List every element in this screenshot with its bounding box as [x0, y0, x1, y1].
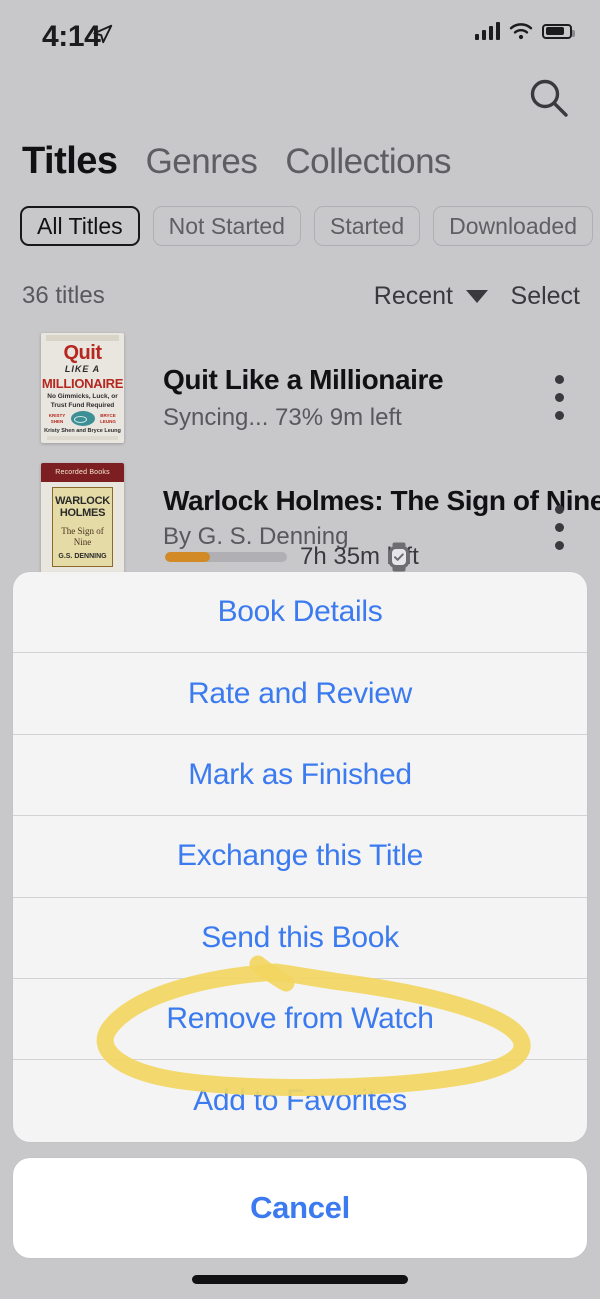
cover-badge-right: BRYCE LEUNG: [100, 412, 116, 424]
progress-bar: [165, 552, 287, 562]
cover-badge-band: KRISTY SHEN BRYCE LEUNG: [45, 411, 120, 426]
chevron-down-icon: [466, 290, 488, 303]
cover-title-line2: LIKE A: [64, 364, 101, 374]
status-bar: 4:14: [0, 0, 600, 66]
book-title: Warlock Holmes: The Sign of Nine: [163, 485, 600, 516]
action-sheet-item-rate-and-review[interactable]: Rate and Review: [13, 653, 587, 735]
home-indicator: [192, 1275, 408, 1284]
action-sheet-item-book-details[interactable]: Book Details: [13, 572, 587, 654]
filter-chip-started[interactable]: Started: [313, 206, 421, 246]
nav-tabs: Titles Genres Collections: [22, 140, 452, 183]
action-sheet-item-mark-as-finished[interactable]: Mark as Finished: [13, 735, 587, 817]
book-title: Quit Like a Millionaire: [163, 364, 444, 395]
globe-icon: [70, 411, 95, 426]
book-cover-warlock-holmes[interactable]: Recorded Books WARLOCK HOLMES The Sign o…: [41, 463, 124, 573]
action-sheet: Book Details Rate and Review Mark as Fin…: [13, 572, 587, 1142]
cover-title-line3: MILLIONAIRE: [41, 376, 124, 391]
filter-chip-not-started[interactable]: Not Started: [152, 206, 301, 246]
wifi-icon: [509, 23, 533, 40]
action-sheet-item-remove-from-watch[interactable]: Remove from Watch: [13, 979, 587, 1061]
cover-authors: Kristy Shen and Bryce Leung: [44, 428, 121, 434]
book-cover-quit-like-a-millionaire[interactable]: Quit LIKE A MILLIONAIRE No Gimmicks, Luc…: [41, 333, 124, 443]
filter-chip-bar[interactable]: All Titles Not Started Started Downloade…: [20, 206, 600, 246]
list-item[interactable]: Quit LIKE A MILLIONAIRE No Gimmicks, Luc…: [0, 333, 600, 455]
cover-publisher: Recorded Books: [55, 469, 110, 476]
tab-titles[interactable]: Titles: [22, 140, 118, 183]
action-sheet-item-send-this-book[interactable]: Send this Book: [13, 898, 587, 979]
action-sheet-item-exchange-this-title[interactable]: Exchange this Title: [13, 816, 587, 898]
cover-title-line1: WARLOCK HOLMES: [55, 495, 110, 519]
filter-chip-all-titles[interactable]: All Titles: [20, 206, 140, 246]
search-icon[interactable]: [525, 74, 573, 122]
filter-chip-downloaded[interactable]: Downloaded: [433, 206, 594, 246]
sort-label: Recent: [373, 282, 453, 310]
cellular-signal-icon: [474, 22, 500, 40]
tab-collections[interactable]: Collections: [285, 142, 451, 182]
cover-title-line2: The Sign of Nine: [61, 526, 104, 547]
title-count: 36 titles: [22, 282, 105, 309]
battery-icon: [542, 23, 575, 39]
cover-author: G.S. DENNING: [58, 553, 107, 560]
sort-control[interactable]: Recent: [374, 282, 488, 311]
select-button[interactable]: Select: [511, 282, 580, 311]
list-meta-bar: 36 titles Recent Select: [0, 282, 600, 316]
more-vertical-icon[interactable]: [554, 375, 564, 420]
cover-badge-left: KRISTY SHEN: [48, 412, 66, 424]
more-vertical-icon[interactable]: [554, 505, 564, 550]
book-sync-status: Syncing... 73% 9m left: [163, 404, 402, 431]
cover-title-line1: Quit: [63, 342, 103, 364]
location-arrow-icon: [93, 24, 113, 44]
cancel-button[interactable]: Cancel: [13, 1158, 587, 1258]
status-bar-indicators: [474, 22, 575, 40]
phone-screen: 4:14 Titles Genres Collections All Title…: [0, 0, 600, 1299]
list-item[interactable]: Recorded Books WARLOCK HOLMES The Sign o…: [0, 463, 600, 585]
cover-subtitle: No Gimmicks, Luck, or Trust Fund Require…: [47, 393, 118, 410]
tab-genres[interactable]: Genres: [146, 142, 258, 182]
action-sheet-item-add-to-favorites[interactable]: Add to Favorites: [13, 1060, 587, 1141]
apple-watch-check-icon: [389, 542, 409, 572]
